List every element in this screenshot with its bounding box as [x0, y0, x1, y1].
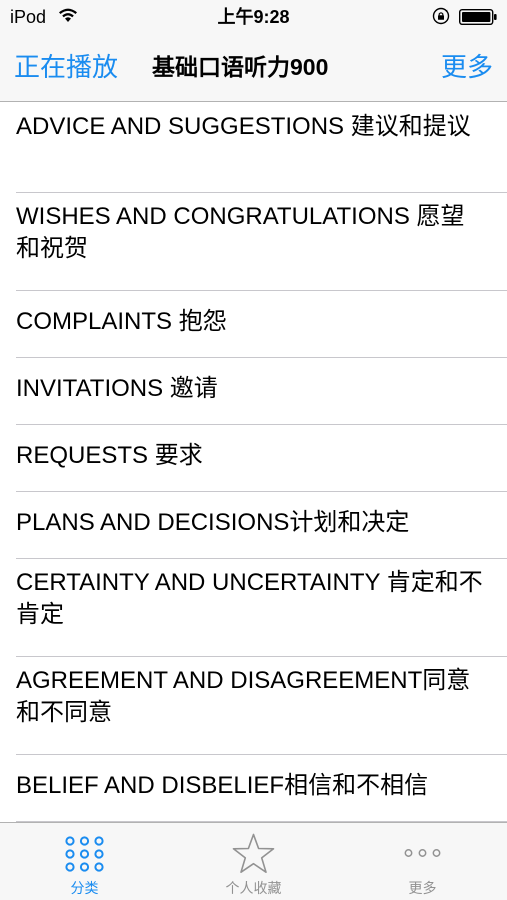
clock: 上午9:28 — [217, 7, 290, 27]
list-item-agreement-disagreement[interactable]: AGREEMENT AND DISAGREEMENT同意和不同意 — [0, 657, 507, 755]
now-playing-button[interactable]: 正在播放 — [14, 52, 118, 82]
list-item-label: WISHES AND CONGRATULATIONS 愿望和祝贺 — [16, 203, 465, 262]
tab-categories[interactable]: 分类 — [0, 823, 169, 900]
star-icon — [232, 833, 275, 873]
list-item-belief-disbelief[interactable]: BELIEF AND DISBELIEF相信和不相信 — [0, 755, 507, 822]
list-item-advice-suggestions[interactable]: ADVICE AND SUGGESTIONS 建议和提议 — [0, 102, 507, 193]
status-bar: iPod 上午9:28 — [0, 0, 507, 34]
list-item-certainty-uncertainty[interactable]: CERTAINTY AND UNCERTAINTY 肯定和不肯定 — [0, 559, 507, 657]
orientation-lock-icon — [432, 7, 450, 25]
tab-label: 分类 — [70, 880, 99, 896]
list-item-requests[interactable]: REQUESTS 要求 — [0, 425, 507, 492]
list-item-plans-decisions[interactable]: PLANS AND DECISIONS计划和决定 — [0, 492, 507, 559]
battery-icon — [459, 9, 497, 25]
tab-label: 更多 — [408, 880, 437, 896]
list-item-label: CERTAINTY AND UNCERTAINTY 肯定和不肯定 — [16, 569, 483, 628]
list-item-label: COMPLAINTS 抱怨 — [16, 308, 227, 335]
list-item-label: BELIEF AND DISBELIEF相信和不相信 — [16, 772, 429, 799]
list-item-label: INVITATIONS 邀请 — [16, 375, 218, 402]
tab-label: 个人收藏 — [225, 880, 282, 896]
grid-icon — [65, 836, 104, 872]
list-item-complaints[interactable]: COMPLAINTS 抱怨 — [0, 291, 507, 358]
category-list: ADVICE AND SUGGESTIONS 建议和提议 WISHES AND … — [0, 102, 507, 822]
page-title: 基础口语听力900 — [152, 54, 329, 80]
list-item-label: AGREEMENT AND DISAGREEMENT同意和不同意 — [16, 667, 471, 726]
app-screen: iPod 上午9:28 正在播放 基础口语听力900 更多 ADVICE AND… — [0, 0, 507, 900]
tab-more[interactable]: 更多 — [338, 823, 507, 900]
list-item-label: PLANS AND DECISIONS计划和决定 — [16, 509, 410, 536]
tab-favorites[interactable]: 个人收藏 — [169, 823, 338, 900]
navigation-bar: 正在播放 基础口语听力900 更多 — [0, 34, 507, 102]
tab-bar: 分类 个人收藏 更多 — [0, 822, 507, 900]
list-item-label: REQUESTS 要求 — [16, 442, 203, 469]
list-item-invitations[interactable]: INVITATIONS 邀请 — [0, 358, 507, 425]
more-button[interactable]: 更多 — [441, 52, 493, 82]
list-item-wishes-congratulations[interactable]: WISHES AND CONGRATULATIONS 愿望和祝贺 — [0, 193, 507, 291]
list-item-label: ADVICE AND SUGGESTIONS 建议和提议 — [16, 113, 471, 140]
more-icon — [404, 849, 441, 857]
